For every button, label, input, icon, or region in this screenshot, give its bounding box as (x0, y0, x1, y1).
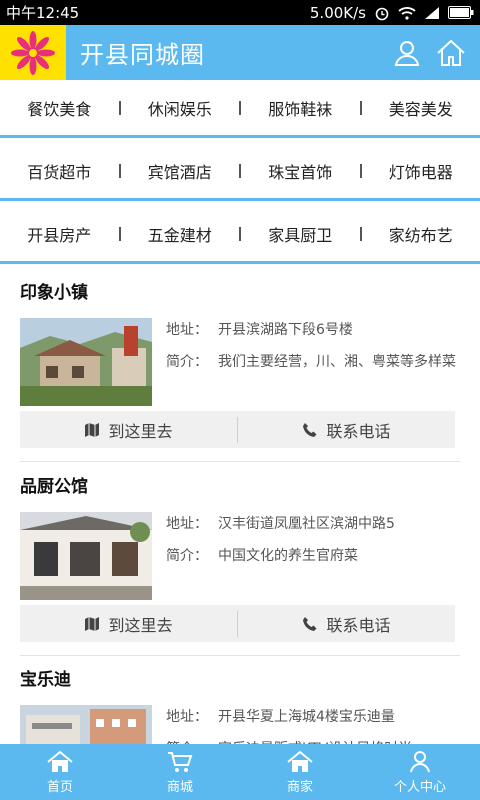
category-apparel[interactable]: 服饰鞋袜 (241, 96, 360, 120)
category-realestate[interactable]: 开县房产 (0, 222, 119, 246)
wifi-icon (398, 6, 416, 20)
navigate-label: 到这里去 (108, 615, 173, 635)
category-jewelry[interactable]: 珠宝首饰 (241, 159, 360, 183)
category-hotel[interactable]: 宾馆酒店 (121, 159, 240, 183)
category-supermarket[interactable]: 百货超市 (0, 159, 119, 183)
tab-label: 个人中心 (393, 779, 446, 795)
shop-name[interactable]: 品厨公馆 (20, 472, 460, 500)
address-label: 地址： (166, 516, 208, 532)
status-bar: 中午12:45 5.00K/s (0, 0, 480, 25)
category-furniture[interactable]: 家具厨卫 (241, 222, 360, 246)
shop-address: 开县华夏上海城4楼宝乐迪量 (218, 709, 395, 725)
shop-listing: 品厨公馆 地址： 汉丰街道凤凰社区滨湖中路5 简介： 中国文化的养生官府菜 (20, 472, 460, 600)
navigate-label: 到这里去 (108, 421, 173, 441)
user-profile-icon[interactable] (392, 38, 422, 68)
network-speed: 5.00K/s (309, 3, 366, 22)
call-label: 联系电话 (326, 421, 391, 441)
category-row-2: 百货超市 宾馆酒店 珠宝首饰 灯饰电器 (0, 143, 480, 201)
tab-home[interactable]: 首页 (0, 744, 120, 800)
phone-icon (303, 422, 317, 437)
divider (20, 655, 460, 656)
category-row-3: 开县房产 五金建材 家具厨卫 家纺布艺 (0, 206, 480, 264)
address-label: 地址： (166, 322, 208, 338)
tab-label: 商家 (286, 779, 313, 795)
category-hardware[interactable]: 五金建材 (121, 222, 240, 246)
app-header: 开县同城圈 (0, 25, 480, 80)
shop-listing: 印象小镇 地址： 开县滨湖路下段6号楼 简介： 我们主要经营，川、湘、粤菜等多样… (20, 278, 460, 406)
category-food[interactable]: 餐饮美食 (0, 96, 119, 120)
app-logo (0, 25, 66, 80)
intro-label: 简介： (166, 354, 208, 370)
call-button[interactable]: 联系电话 (238, 418, 455, 442)
tab-merchant[interactable]: 商家 (240, 744, 360, 800)
category-lighting[interactable]: 灯饰电器 (362, 159, 480, 183)
shop-name[interactable]: 宝乐迪 (20, 665, 460, 693)
cart-icon (168, 751, 193, 772)
home-icon[interactable] (436, 38, 466, 68)
tab-label: 首页 (46, 779, 73, 795)
navigate-button[interactable]: 到这里去 (20, 612, 237, 636)
alarm-icon (374, 5, 390, 21)
address-label: 地址： (166, 709, 208, 725)
shop-address: 汉丰街道凤凰社区滨湖中路5 (218, 516, 395, 532)
tab-profile[interactable]: 个人中心 (360, 744, 480, 800)
shop-photo[interactable] (20, 512, 152, 600)
shop-address: 开县滨湖路下段6号楼 (218, 322, 353, 338)
flower-logo-icon (11, 30, 55, 75)
map-icon (85, 422, 100, 437)
category-leisure[interactable]: 休闲娱乐 (121, 96, 240, 120)
intro-label: 简介： (166, 548, 208, 564)
tab-label: 商城 (166, 779, 193, 795)
tab-mall[interactable]: 商城 (120, 744, 240, 800)
map-icon (85, 616, 100, 631)
status-time: 中午12:45 (6, 4, 80, 22)
shop-actions: 到这里去 联系电话 (20, 411, 455, 448)
shop-icon (287, 750, 313, 772)
category-textile[interactable]: 家纺布艺 (362, 222, 480, 246)
shop-photo[interactable] (20, 318, 152, 406)
divider (20, 461, 460, 462)
category-row-1: 餐饮美食 休闲娱乐 服饰鞋袜 美容美发 (0, 80, 480, 138)
signal-icon (424, 6, 440, 20)
page-title: 开县同城圈 (80, 41, 205, 69)
phone-icon (303, 616, 317, 631)
shop-name[interactable]: 印象小镇 (20, 278, 460, 306)
category-beauty[interactable]: 美容美发 (362, 96, 480, 120)
shop-intro: 中国文化的养生官府菜 (218, 548, 358, 564)
shop-actions: 到这里去 联系电话 (20, 605, 455, 642)
user-icon (410, 750, 430, 772)
bottom-tab-bar: 首页 商城 商家 个人中心 (0, 744, 480, 800)
battery-icon (448, 6, 474, 19)
navigate-button[interactable]: 到这里去 (20, 418, 237, 442)
shop-intro: 我们主要经营，川、湘、粤菜等多样菜 (218, 354, 456, 370)
home-icon (47, 750, 73, 772)
call-button[interactable]: 联系电话 (238, 612, 455, 636)
call-label: 联系电话 (326, 615, 391, 635)
